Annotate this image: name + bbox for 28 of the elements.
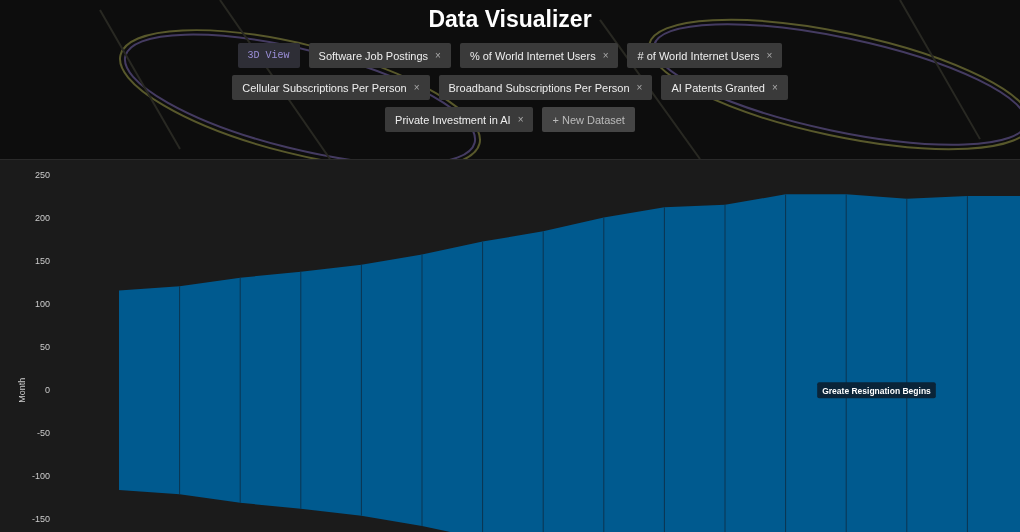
- dataset-tab[interactable]: % of World Internet Users ×: [459, 43, 619, 68]
- y-tick-label: 150: [34, 256, 50, 267]
- close-icon[interactable]: ×: [766, 50, 773, 61]
- dataset-tab[interactable]: Private Investment in AI ×: [385, 107, 534, 132]
- y-tick-label: 250: [34, 170, 50, 181]
- new-dataset-button[interactable]: + New Dataset: [542, 107, 635, 132]
- app-title: Data Visualizer: [427, 6, 593, 33]
- close-icon[interactable]: ×: [771, 82, 778, 93]
- dataset-tab[interactable]: # of World Internet Users ×: [627, 43, 783, 68]
- close-icon[interactable]: ×: [636, 82, 643, 93]
- y-tick-label: 50: [40, 342, 50, 353]
- close-icon[interactable]: ×: [435, 50, 441, 61]
- y-tick-label: 100: [34, 299, 50, 310]
- close-icon[interactable]: ×: [413, 82, 420, 93]
- y-axis-label: Month: [17, 377, 27, 403]
- y-tick-label: 200: [34, 213, 50, 224]
- close-icon[interactable]: ×: [602, 50, 609, 61]
- y-tick-label: -100: [32, 471, 50, 482]
- dataset-tab[interactable]: Cellular Subscriptions Per Person ×: [232, 75, 430, 100]
- y-tick-label: -150: [32, 514, 50, 525]
- view-toggle-button[interactable]: 3D View: [237, 43, 300, 68]
- annotation-label: Greate Resignation Begins: [817, 382, 936, 399]
- dataset-tab[interactable]: Software Job Postings ×: [308, 43, 451, 68]
- close-icon[interactable]: ×: [517, 114, 524, 125]
- dataset-tab[interactable]: AI Patents Granted ×: [661, 75, 788, 100]
- y-tick-label: 0: [45, 385, 50, 396]
- dataset-tab[interactable]: Broadband Subscriptions Per Person ×: [438, 75, 653, 100]
- y-tick-label: -50: [37, 428, 50, 439]
